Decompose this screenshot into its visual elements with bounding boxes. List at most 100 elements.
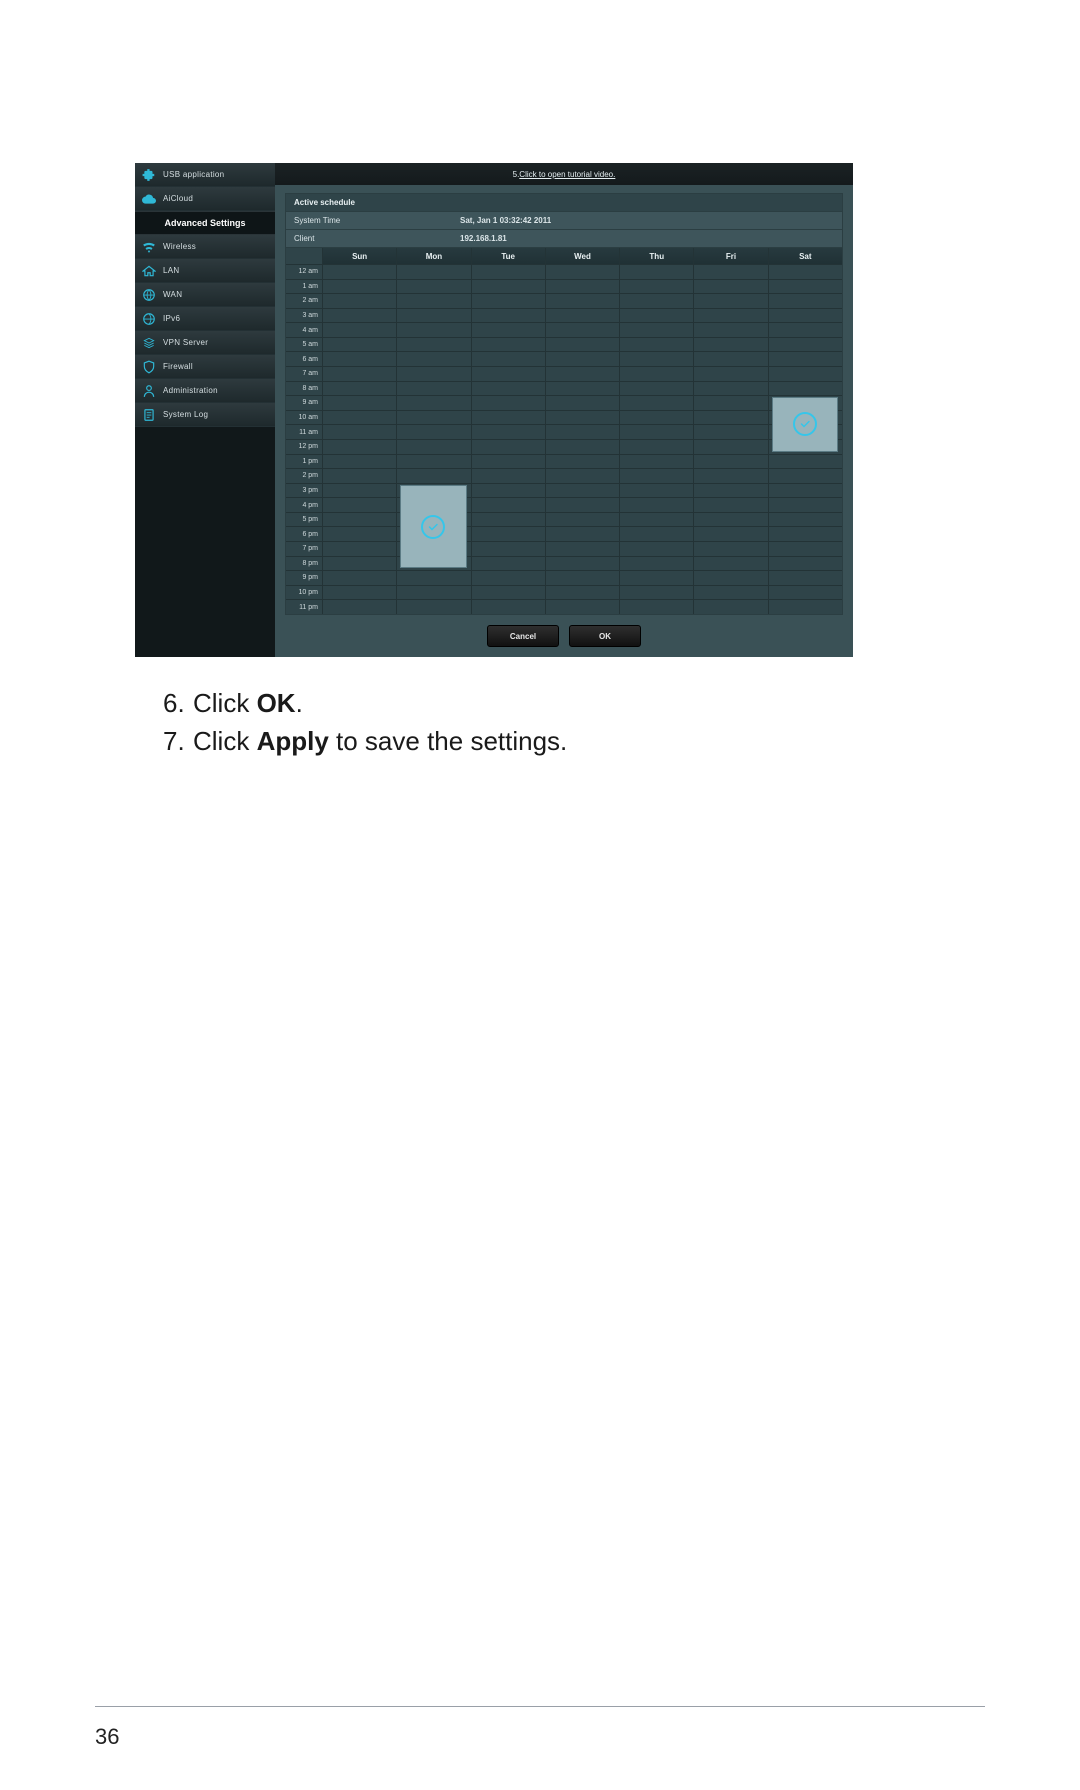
day-column-tue[interactable]: Tue (471, 248, 545, 614)
schedule-slot[interactable] (323, 599, 396, 614)
schedule-slot[interactable] (323, 279, 396, 294)
schedule-slot[interactable] (323, 381, 396, 396)
schedule-slot[interactable] (694, 541, 767, 556)
sidebar-item-system-log[interactable]: System Log (135, 403, 275, 427)
schedule-slot[interactable] (694, 410, 767, 425)
schedule-slot[interactable] (546, 381, 619, 396)
schedule-slot[interactable] (546, 497, 619, 512)
schedule-slot[interactable] (769, 483, 842, 498)
schedule-slot[interactable] (472, 497, 545, 512)
sidebar-item-wan[interactable]: WAN (135, 283, 275, 307)
schedule-slot[interactable] (323, 439, 396, 454)
schedule-slot[interactable] (620, 497, 693, 512)
schedule-slot[interactable] (694, 556, 767, 571)
schedule-slot[interactable] (546, 322, 619, 337)
schedule-slot[interactable] (546, 410, 619, 425)
schedule-slot[interactable] (546, 264, 619, 279)
schedule-slot[interactable] (694, 585, 767, 600)
schedule-slot[interactable] (769, 570, 842, 585)
schedule-slot[interactable] (694, 468, 767, 483)
schedule-slot[interactable] (620, 570, 693, 585)
schedule-slot[interactable] (769, 585, 842, 600)
schedule-slot[interactable] (323, 454, 396, 469)
schedule-slot[interactable] (694, 337, 767, 352)
day-column-wed[interactable]: Wed (545, 248, 619, 614)
schedule-slot[interactable] (472, 410, 545, 425)
schedule-slot[interactable] (472, 337, 545, 352)
schedule-slot[interactable] (323, 483, 396, 498)
sidebar-item-ipv6[interactable]: IPv6 (135, 307, 275, 331)
schedule-selection[interactable] (772, 397, 838, 451)
schedule-slot[interactable] (472, 570, 545, 585)
schedule-slot[interactable] (694, 293, 767, 308)
schedule-slot[interactable] (397, 264, 470, 279)
schedule-slot[interactable] (323, 585, 396, 600)
schedule-slot[interactable] (769, 264, 842, 279)
schedule-slot[interactable] (769, 381, 842, 396)
schedule-slot[interactable] (620, 439, 693, 454)
schedule-slot[interactable] (323, 541, 396, 556)
schedule-slot[interactable] (546, 279, 619, 294)
schedule-slot[interactable] (546, 468, 619, 483)
schedule-slot[interactable] (323, 337, 396, 352)
schedule-slot[interactable] (546, 454, 619, 469)
sidebar-item-aicloud[interactable]: AiCloud (135, 187, 275, 211)
tutorial-video-link[interactable]: Click to open tutorial video. (519, 170, 615, 179)
schedule-slot[interactable] (323, 526, 396, 541)
schedule-slot[interactable] (620, 279, 693, 294)
schedule-slot[interactable] (620, 483, 693, 498)
schedule-slot[interactable] (472, 541, 545, 556)
schedule-slot[interactable] (694, 512, 767, 527)
schedule-slot[interactable] (620, 512, 693, 527)
schedule-slot[interactable] (769, 599, 842, 614)
schedule-slot[interactable] (694, 264, 767, 279)
schedule-slot[interactable] (323, 395, 396, 410)
sidebar-item-vpn-server[interactable]: VPN Server (135, 331, 275, 355)
schedule-slot[interactable] (472, 279, 545, 294)
schedule-slot[interactable] (546, 308, 619, 323)
sidebar-item-administration[interactable]: Administration (135, 379, 275, 403)
schedule-slot[interactable] (472, 468, 545, 483)
schedule-slot[interactable] (620, 424, 693, 439)
schedule-slot[interactable] (472, 322, 545, 337)
sidebar-item-lan[interactable]: LAN (135, 259, 275, 283)
schedule-slot[interactable] (397, 599, 470, 614)
schedule-slot[interactable] (694, 497, 767, 512)
schedule-slot[interactable] (472, 556, 545, 571)
schedule-slot[interactable] (397, 293, 470, 308)
schedule-slot[interactable] (620, 410, 693, 425)
schedule-slot[interactable] (323, 264, 396, 279)
schedule-slot[interactable] (472, 526, 545, 541)
schedule-slot[interactable] (694, 395, 767, 410)
schedule-slot[interactable] (323, 322, 396, 337)
sidebar-item-usb-application[interactable]: USB application (135, 163, 275, 187)
schedule-slot[interactable] (620, 381, 693, 396)
schedule-slot[interactable] (620, 264, 693, 279)
schedule-slot[interactable] (472, 454, 545, 469)
schedule-slot[interactable] (397, 439, 470, 454)
schedule-slot[interactable] (397, 366, 470, 381)
schedule-slot[interactable] (472, 512, 545, 527)
schedule-slot[interactable] (397, 570, 470, 585)
schedule-slot[interactable] (620, 526, 693, 541)
schedule-slot[interactable] (546, 439, 619, 454)
schedule-slot[interactable] (472, 381, 545, 396)
schedule-slot[interactable] (323, 351, 396, 366)
schedule-slot[interactable] (694, 483, 767, 498)
schedule-slot[interactable] (769, 512, 842, 527)
schedule-slot[interactable] (769, 308, 842, 323)
schedule-slot[interactable] (323, 366, 396, 381)
schedule-slot[interactable] (546, 395, 619, 410)
schedule-slot[interactable] (694, 424, 767, 439)
schedule-slot[interactable] (620, 599, 693, 614)
schedule-slot[interactable] (323, 556, 396, 571)
schedule-slot[interactable] (472, 599, 545, 614)
schedule-slot[interactable] (546, 541, 619, 556)
schedule-slot[interactable] (323, 512, 396, 527)
day-column-sun[interactable]: Sun (322, 248, 396, 614)
schedule-slot[interactable] (397, 468, 470, 483)
sidebar-item-wireless[interactable]: Wireless (135, 235, 275, 259)
schedule-slot[interactable] (397, 279, 470, 294)
day-column-thu[interactable]: Thu (619, 248, 693, 614)
schedule-slot[interactable] (694, 599, 767, 614)
